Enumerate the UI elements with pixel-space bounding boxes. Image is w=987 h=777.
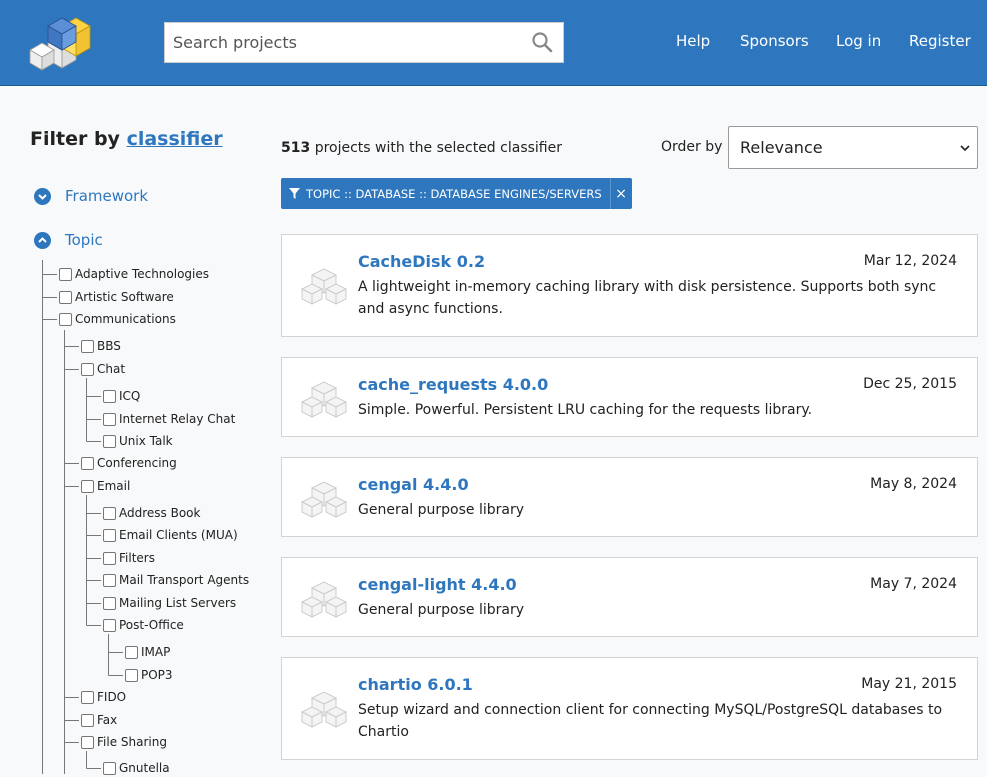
checkbox[interactable] [103,552,116,565]
project-date: Dec 25, 2015 [863,376,957,392]
tree-item-label: Address Book [119,506,201,520]
checkbox[interactable] [103,574,116,587]
chevron-down-icon [960,145,970,152]
package-icon [300,268,348,305]
checkbox[interactable] [59,268,72,281]
tree-item-label: Filters [119,551,155,565]
project-name-link[interactable]: chartio 6.0.1 [358,675,473,694]
tree-item-label: Unix Talk [119,434,173,448]
nav-sponsors[interactable]: Sponsors [740,32,809,50]
results-count-number: 513 [281,140,311,156]
package-icon [300,481,348,518]
checkbox[interactable] [81,363,94,376]
filter-icon [289,188,300,199]
checkbox[interactable] [59,291,72,304]
tree-item-label: Email [97,479,131,493]
tree-item-label: Adaptive Technologies [75,267,210,281]
checkbox[interactable] [103,529,116,542]
checkbox[interactable] [103,762,116,775]
checkbox[interactable] [125,669,138,682]
project-date: May 7, 2024 [870,576,957,592]
tree-item-label: Artistic Software [75,290,174,304]
tree-item-label: Email Clients (MUA) [119,528,238,542]
active-filter-pill: TOPIC :: DATABASE :: DATABASE ENGINES/SE… [281,178,632,209]
project-card[interactable]: chartio 6.0.1 May 21, 2015 Setup wizard … [281,657,978,760]
project-card[interactable]: cengal 4.4.0 May 8, 2024 General purpose… [281,457,978,537]
project-description: Setup wizard and connection client for c… [358,702,943,740]
nav-register[interactable]: Register [909,32,971,50]
order-by-select[interactable]: Relevance [728,126,978,169]
tree-item-label: IMAP [141,645,171,659]
nav-help[interactable]: Help [676,32,710,50]
project-description: General purpose library [358,502,524,518]
checkbox[interactable] [103,507,116,520]
tree-item-label: File Sharing [97,735,167,749]
project-card[interactable]: CacheDisk 0.2 Mar 12, 2024 A lightweight… [281,234,978,337]
checkbox[interactable] [81,480,94,493]
package-icon [300,581,348,618]
checkbox[interactable] [81,714,94,727]
project-date: May 8, 2024 [870,476,957,492]
checkbox[interactable] [103,435,116,448]
project-card[interactable]: cache_requests 4.0.0 Dec 25, 2015 Simple… [281,357,978,437]
checkbox[interactable] [81,691,94,704]
checkbox[interactable] [125,646,138,659]
checkbox[interactable] [103,597,116,610]
project-description: A lightweight in-memory caching library … [358,279,937,317]
project-description: General purpose library [358,602,524,618]
tree-item-label: Mailing List Servers [119,596,237,610]
tree-item-label: POP3 [141,668,173,682]
tree-item-label: BBS [97,339,121,353]
project-name-link[interactable]: cengal-light 4.4.0 [358,575,517,594]
project-description: Simple. Powerful. Persistent LRU caching… [358,402,813,418]
checkbox[interactable] [81,457,94,470]
tree-item-label: Fax [97,713,118,727]
tree-item-label: Mail Transport Agents [119,573,250,587]
tree-item-label: Communications [75,312,176,326]
project-date: Mar 12, 2024 [863,253,957,269]
checkbox[interactable] [103,619,116,632]
tree-item-label: Chat [97,362,126,376]
project-date: May 21, 2015 [861,676,957,692]
package-icon [300,381,348,418]
nav-login[interactable]: Log in [836,32,881,50]
tree-item-label: Internet Relay Chat [119,412,236,426]
checkbox[interactable] [81,736,94,749]
project-name-link[interactable]: cengal 4.4.0 [358,475,469,494]
project-name-link[interactable]: CacheDisk 0.2 [358,252,485,271]
results-count: 513 projects with the selected classifie… [281,140,562,156]
order-by-label: Order by [661,139,723,155]
checkbox[interactable] [103,390,116,403]
tree-item-label: Post-Office [119,618,184,632]
checkbox[interactable] [81,340,94,353]
tree-item-label: Conferencing [97,456,177,470]
checkbox[interactable] [59,313,72,326]
checkbox[interactable] [103,413,116,426]
project-name-link[interactable]: cache_requests 4.0.0 [358,375,548,394]
project-card[interactable]: cengal-light 4.4.0 May 7, 2024 General p… [281,557,978,637]
tree-item-label: ICQ [119,389,141,403]
active-filter-label: TOPIC :: DATABASE :: DATABASE ENGINES/SE… [306,186,602,201]
package-icon [300,691,348,728]
close-icon[interactable]: × [609,178,632,209]
tree-item-label: Gnutella [119,761,170,775]
order-by-value: Relevance [740,138,823,157]
search-icon[interactable] [531,31,553,53]
results-count-text: projects with the selected classifier [314,140,562,156]
tree-item-label: FIDO [97,690,127,704]
